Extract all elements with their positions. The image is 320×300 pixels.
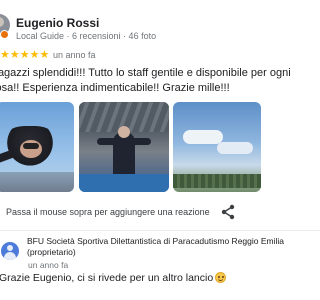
ground-below [0, 172, 74, 192]
reaction-hint[interactable]: Passa il mouse sopra per aggiungere una … [6, 207, 210, 217]
cloud [183, 130, 223, 144]
owner-reply-age: un anno fa [28, 260, 69, 270]
tree-line [173, 174, 261, 188]
author-meta: Local Guide · 6 recensioni · 46 foto [16, 31, 157, 41]
owner-avatar-body [4, 252, 16, 260]
share-icon[interactable] [220, 204, 236, 220]
smiley-emoji-icon [215, 272, 227, 283]
review-text: Ragazzi splendidi!!! Tutto lo staff gent… [0, 67, 291, 94]
author-name[interactable]: Eugenio Rossi [16, 16, 99, 30]
local-guide-badge-icon [0, 30, 9, 39]
goggles-icon [23, 143, 39, 149]
divider [0, 230, 320, 231]
hangar-floor [79, 174, 169, 192]
review-photo-1[interactable] [0, 102, 74, 192]
owner-reply: Grazie Eugenio, ci si rivede per un altr… [0, 272, 227, 284]
star-rating: ★★★★★ [0, 49, 50, 61]
cloud [217, 142, 253, 154]
owner-avatar[interactable] [1, 242, 19, 260]
review-photo-3[interactable] [173, 102, 261, 192]
owner-avatar-head [7, 245, 13, 251]
owner-name[interactable]: BFU Società Sportiva Dilettantistica di … [27, 236, 319, 258]
review-photo-2[interactable] [79, 102, 169, 192]
person-head [118, 126, 130, 138]
review-age: un anno fa [53, 50, 96, 60]
owner-reply-text: Grazie Eugenio, ci si rivede per un altr… [0, 272, 214, 284]
